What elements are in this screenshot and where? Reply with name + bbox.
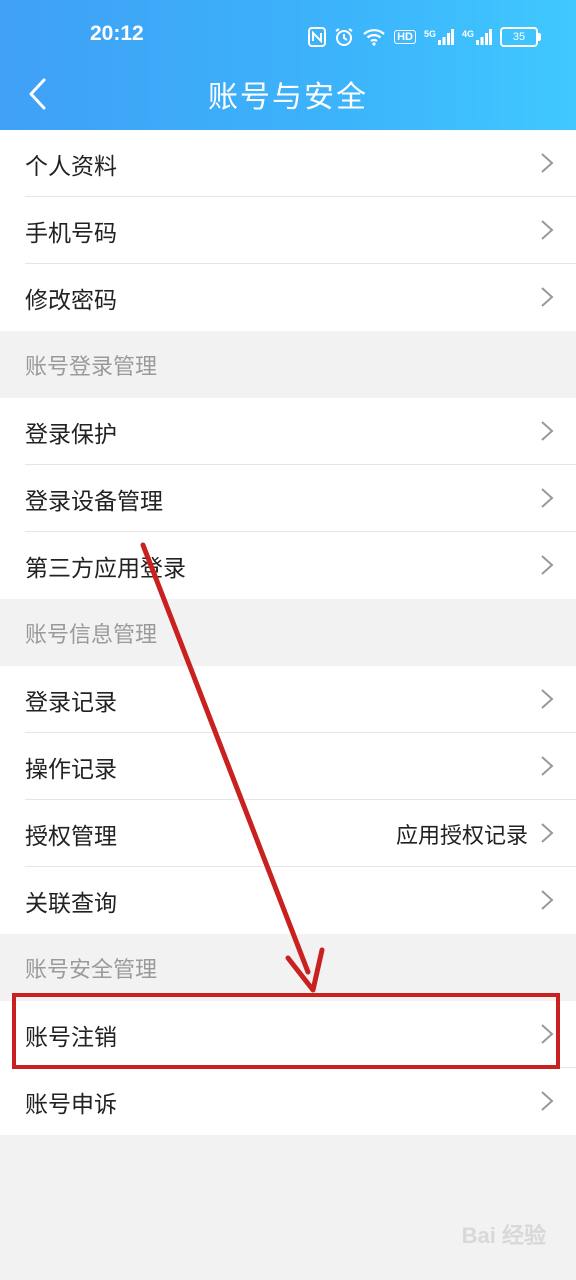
4g-label: 4G bbox=[461, 29, 474, 39]
chevron-right-icon bbox=[541, 890, 554, 910]
section-title: 账号登录管理 bbox=[25, 354, 158, 380]
row-label: 账号申诉 bbox=[25, 1091, 117, 1118]
chevron-right-icon bbox=[541, 823, 554, 843]
watermark-logo: Bai 经验 bbox=[461, 1223, 546, 1248]
page-title: 账号与安全 bbox=[208, 80, 368, 115]
4g-signal-icon: 4G bbox=[462, 29, 492, 45]
row-label: 手机号码 bbox=[25, 220, 117, 247]
row-label: 登录设备管理 bbox=[25, 488, 163, 515]
battery-icon: 35 bbox=[500, 27, 541, 47]
row-phone-number[interactable]: 手机号码 bbox=[0, 197, 576, 264]
section-security-management: 账号安全管理 bbox=[0, 934, 576, 1001]
chevron-right-icon bbox=[541, 153, 554, 173]
row-label: 账号注销 bbox=[25, 1024, 117, 1051]
row-label: 授权管理 bbox=[25, 823, 117, 850]
chevron-right-icon bbox=[541, 287, 554, 307]
row-label: 修改密码 bbox=[25, 287, 117, 314]
alarm-icon bbox=[334, 27, 354, 47]
status-time: 20:12 bbox=[90, 22, 144, 45]
row-label: 关联查询 bbox=[25, 890, 117, 917]
chevron-right-icon bbox=[541, 689, 554, 709]
status-icons: HD 5G 4G 35 bbox=[308, 24, 541, 50]
row-account-appeal[interactable]: 账号申诉 bbox=[0, 1068, 576, 1135]
wifi-icon bbox=[362, 28, 386, 46]
nfc-icon bbox=[308, 27, 327, 47]
row-linked-query[interactable]: 关联查询 bbox=[0, 867, 576, 934]
5g-label: 5G bbox=[423, 29, 436, 39]
chevron-right-icon bbox=[541, 488, 554, 508]
5g-signal-icon: 5G bbox=[424, 29, 454, 45]
section-info-management: 账号信息管理 bbox=[0, 599, 576, 666]
row-label: 操作记录 bbox=[25, 756, 117, 783]
row-login-devices[interactable]: 登录设备管理 bbox=[0, 465, 576, 532]
app-header: 20:12 HD 5G 4G 35 账号与安全 bbox=[0, 0, 576, 130]
section-login-management: 账号登录管理 bbox=[0, 331, 576, 398]
section-title: 账号安全管理 bbox=[25, 957, 158, 983]
settings-list: 个人资料 手机号码 修改密码 账号登录管理 登录保护 登录设备管理 第三方应用登… bbox=[0, 130, 576, 1135]
chevron-right-icon bbox=[541, 1091, 554, 1111]
hd-icon: HD bbox=[394, 30, 416, 44]
row-authorization-management[interactable]: 授权管理 应用授权记录 bbox=[0, 800, 576, 867]
chevron-right-icon bbox=[541, 555, 554, 575]
chevron-right-icon bbox=[541, 1024, 554, 1044]
section-title: 账号信息管理 bbox=[25, 622, 158, 648]
row-label: 个人资料 bbox=[25, 153, 117, 180]
row-label: 第三方应用登录 bbox=[25, 555, 186, 582]
row-value: 应用授权记录 bbox=[395, 823, 528, 849]
row-personal-info[interactable]: 个人资料 bbox=[0, 130, 576, 197]
row-login-records[interactable]: 登录记录 bbox=[0, 666, 576, 733]
row-operation-records[interactable]: 操作记录 bbox=[0, 733, 576, 800]
row-third-party-login[interactable]: 第三方应用登录 bbox=[0, 532, 576, 599]
row-login-protection[interactable]: 登录保护 bbox=[0, 398, 576, 465]
row-change-password[interactable]: 修改密码 bbox=[0, 264, 576, 331]
chevron-right-icon bbox=[541, 220, 554, 240]
row-account-cancellation[interactable]: 账号注销 bbox=[0, 1001, 576, 1068]
row-label: 登录保护 bbox=[25, 421, 117, 448]
row-label: 登录记录 bbox=[25, 689, 117, 716]
chevron-right-icon bbox=[541, 756, 554, 776]
chevron-right-icon bbox=[541, 421, 554, 441]
